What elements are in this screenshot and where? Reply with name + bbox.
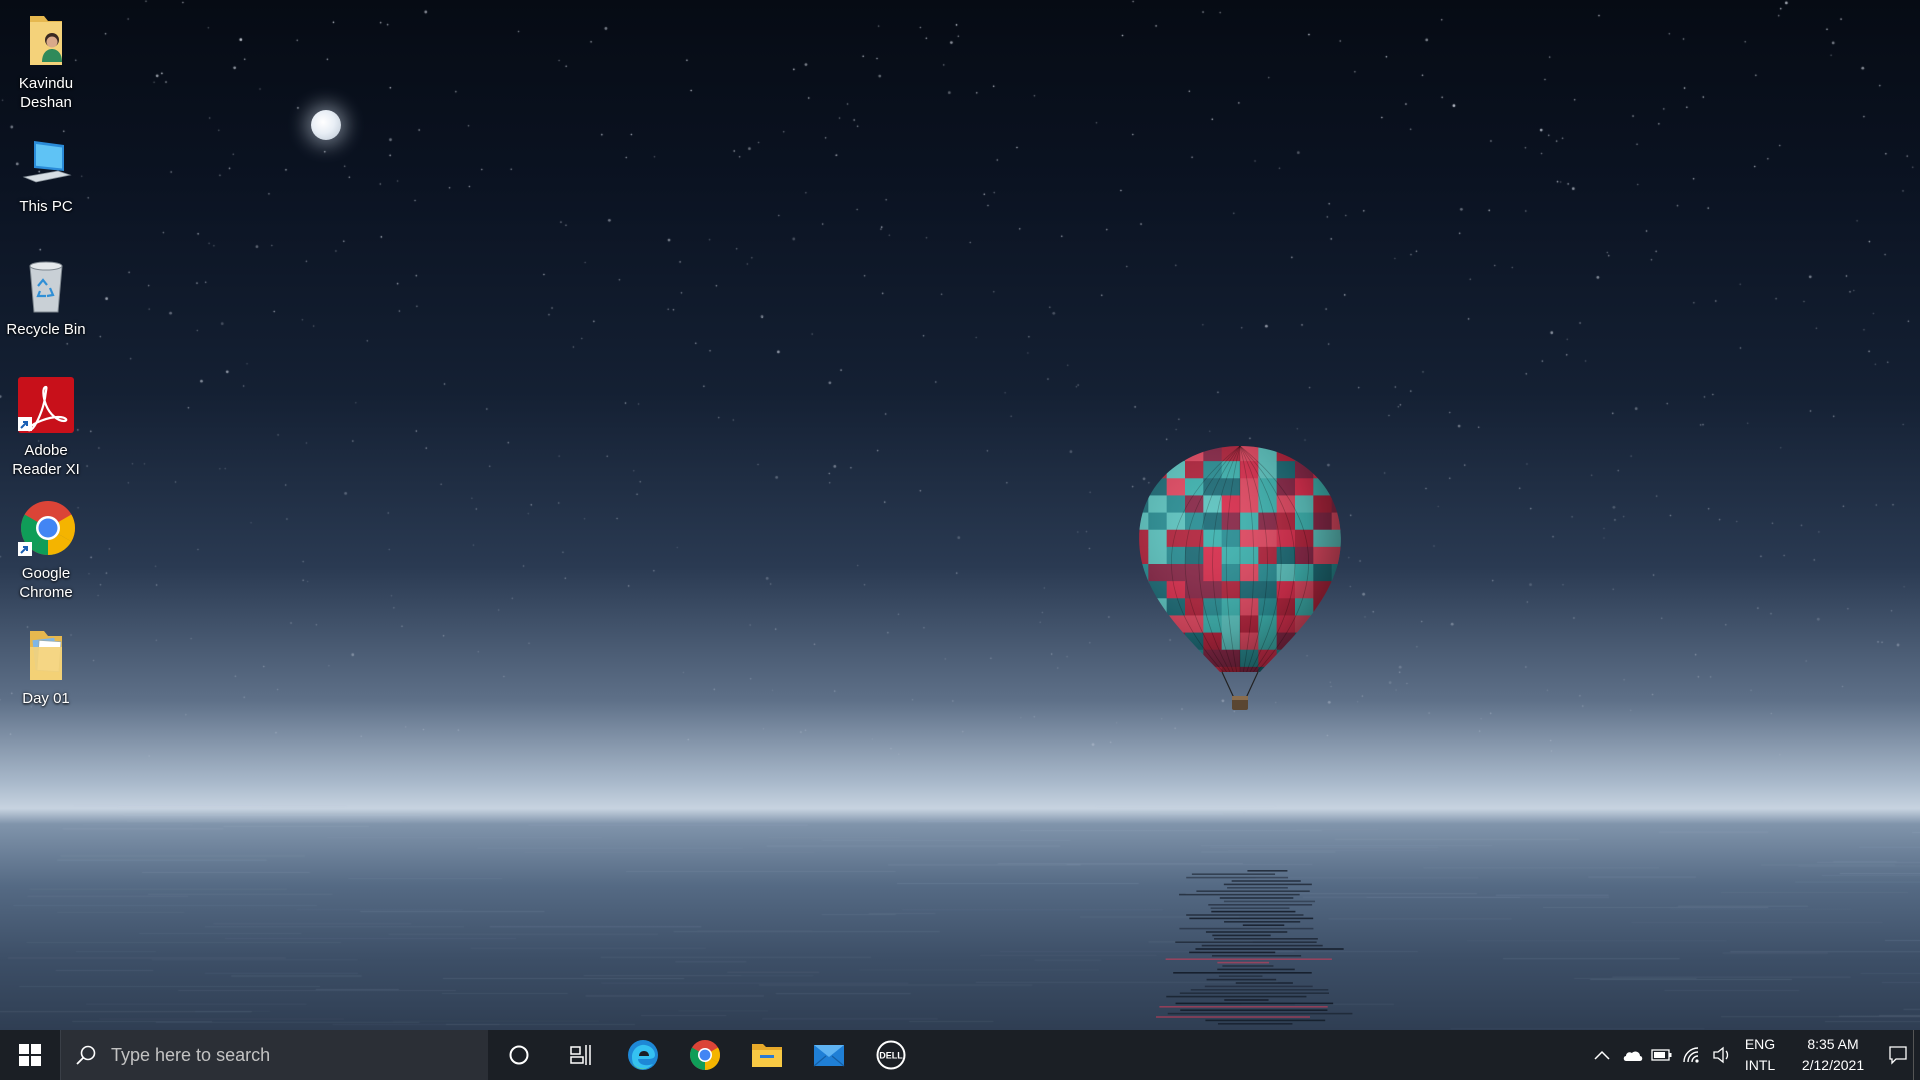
- show-desktop-button[interactable]: [1913, 1030, 1920, 1080]
- task-view-icon: [570, 1045, 591, 1065]
- notification-icon: [1889, 1046, 1907, 1065]
- clock-date: 2/12/2021: [1801, 1057, 1865, 1073]
- action-center-button[interactable]: [1883, 1030, 1913, 1080]
- network-button[interactable]: [1677, 1030, 1707, 1080]
- onedrive-cloud-icon: [1623, 1051, 1643, 1061]
- desktop-icon-label: Day 01: [22, 690, 70, 707]
- search-input[interactable]: [109, 1043, 473, 1067]
- start-button[interactable]: [0, 1030, 60, 1080]
- starfield: [0, 0, 1920, 1030]
- desktop-background[interactable]: Kavindu Deshan This PC Recycle Bin Adobe…: [0, 0, 1920, 1030]
- edge-icon: [628, 1040, 658, 1070]
- show-hidden-icons-button[interactable]: [1587, 1030, 1617, 1080]
- folder-icon: [16, 625, 76, 685]
- chrome-icon: [16, 500, 76, 560]
- file-explorer-taskbar-button[interactable]: [736, 1030, 798, 1080]
- keyboard-layout: INTL: [1744, 1057, 1776, 1073]
- wifi-icon: [1683, 1047, 1699, 1063]
- desktop-icon-label: Kavindu Deshan: [18, 75, 74, 111]
- taskbar-search-box[interactable]: [60, 1030, 488, 1080]
- hot-air-balloon: [1139, 446, 1341, 710]
- mail-icon: [813, 1045, 845, 1067]
- recycle-bin-icon: [16, 256, 76, 316]
- chrome-taskbar-button[interactable]: [674, 1030, 736, 1080]
- cortana-button[interactable]: [488, 1030, 550, 1080]
- speaker-icon: [1713, 1046, 1729, 1064]
- computer-icon: [16, 133, 76, 193]
- cortana-icon: [509, 1045, 529, 1065]
- battery-icon: [1651, 1049, 1672, 1061]
- system-tray: ENG INTL 8:35 AM 2/12/2021: [1587, 1030, 1920, 1080]
- desktop-icon-recycle-bin[interactable]: Recycle Bin: [4, 256, 88, 339]
- desktop-icon-label: Google Chrome: [19, 565, 73, 601]
- desktop-icon-label: Adobe Reader XI: [12, 442, 80, 478]
- desktop-icon-kavindu-deshan[interactable]: Kavindu Deshan: [4, 10, 88, 112]
- onedrive-button[interactable]: [1617, 1030, 1647, 1080]
- language-code: ENG: [1744, 1036, 1776, 1052]
- edge-taskbar-button[interactable]: [612, 1030, 674, 1080]
- chrome-icon: [689, 1040, 720, 1071]
- file-explorer-icon: [752, 1044, 782, 1067]
- dell-icon: DELL: [876, 1040, 906, 1070]
- desktop-icon-adobe-reader[interactable]: Adobe Reader XI: [4, 377, 88, 479]
- desktop-icon-label: Recycle Bin: [6, 321, 86, 338]
- dell-taskbar-button[interactable]: DELL: [860, 1030, 922, 1080]
- mail-taskbar-button[interactable]: [798, 1030, 860, 1080]
- pinned-apps: DELL: [488, 1030, 922, 1080]
- desktop-icon-label: This PC: [19, 198, 73, 215]
- search-icon: [76, 1045, 96, 1065]
- taskbar: DELL: [0, 1030, 1920, 1080]
- balloon-reflection: [1156, 870, 1353, 1025]
- svg-text:DELL: DELL: [879, 1051, 903, 1061]
- chevron-up-icon: [1594, 1050, 1610, 1060]
- user-folder-icon: [16, 10, 76, 70]
- clock[interactable]: 8:35 AM 2/12/2021: [1783, 1034, 1883, 1076]
- desktop-icon-day-01[interactable]: Day 01: [4, 625, 88, 708]
- input-language-indicator[interactable]: ENG INTL: [1737, 1034, 1783, 1076]
- task-view-button[interactable]: [550, 1030, 612, 1080]
- adobe-reader-icon: [16, 377, 76, 437]
- desktop-icon-google-chrome[interactable]: Google Chrome: [4, 500, 88, 602]
- windows-logo-icon: [19, 1044, 41, 1066]
- battery-button[interactable]: [1647, 1030, 1677, 1080]
- moon: [311, 110, 341, 140]
- desktop-icon-this-pc[interactable]: This PC: [4, 133, 88, 216]
- clock-time: 8:35 AM: [1807, 1036, 1859, 1052]
- volume-button[interactable]: [1707, 1030, 1737, 1080]
